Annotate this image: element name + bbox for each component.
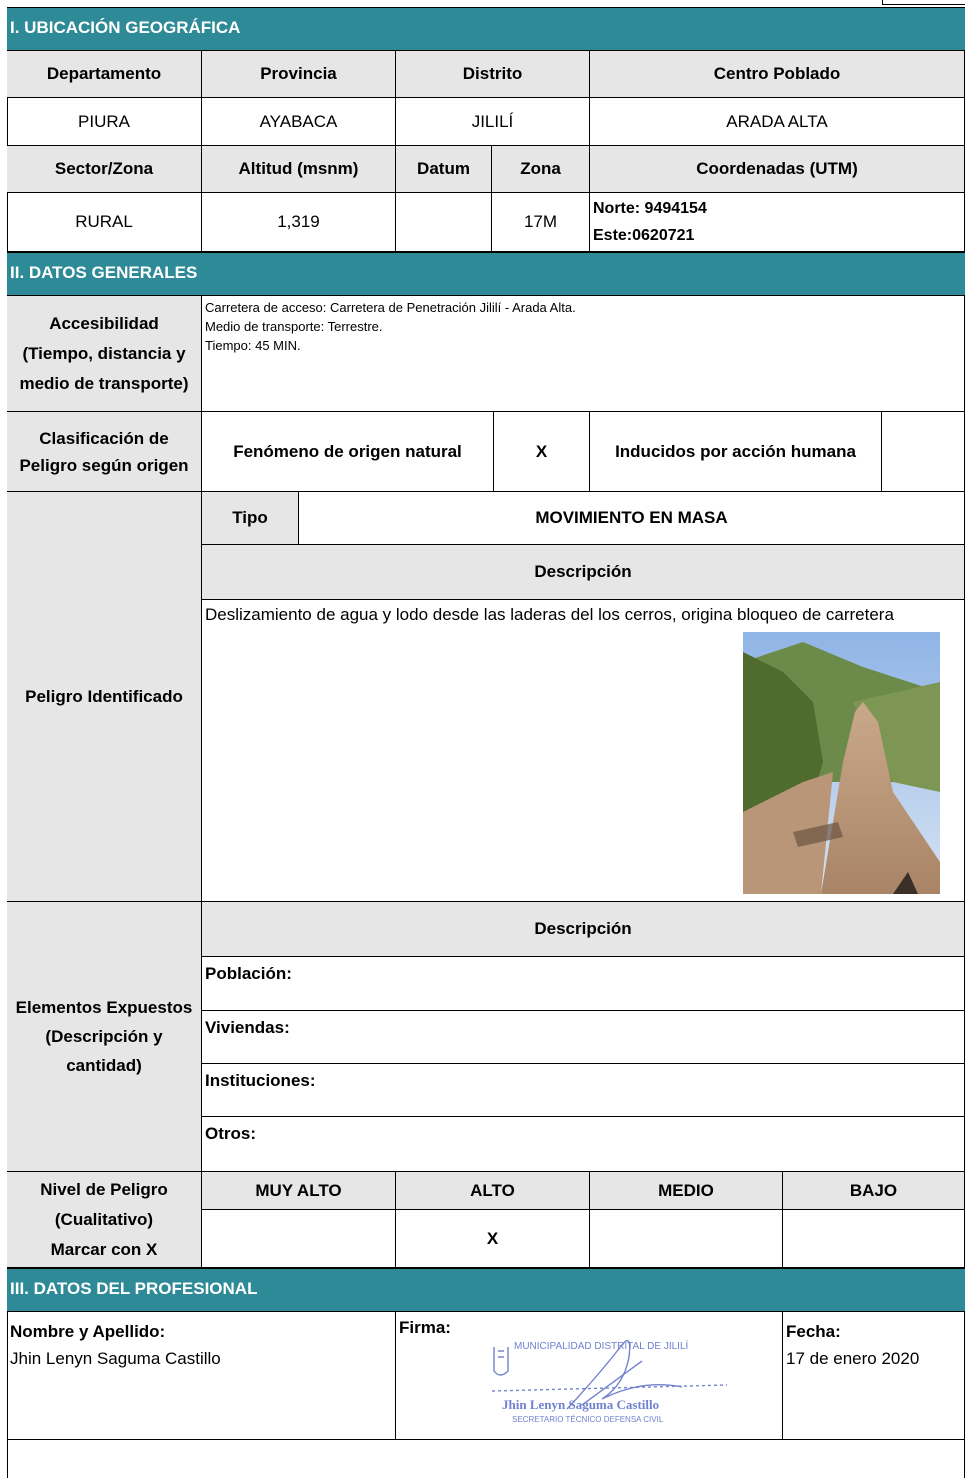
header-coordenadas: Coordenadas (UTM)	[590, 146, 965, 193]
value-nombre: Jhin Lenyn Saguma Castillo	[10, 1349, 221, 1368]
label-descripcion: Descripción	[202, 545, 965, 600]
mark-muy-alto	[202, 1210, 396, 1268]
header-distrito: Distrito	[396, 51, 590, 98]
label-accesibilidad: Accesibilidad (Tiempo, distancia y medio…	[7, 296, 202, 412]
section-header-datos-generales: II. DATOS GENERALES	[7, 252, 965, 296]
mark-bajo	[783, 1210, 965, 1268]
nivel-medio: MEDIO	[590, 1172, 783, 1210]
value-centro-poblado: ARADA ALTA	[590, 98, 965, 146]
label-accesibilidad-line: (Tiempo, distancia y	[22, 343, 186, 363]
value-distrito: JILILÍ	[396, 98, 590, 146]
accesibilidad-line: Tiempo: 45 MIN.	[205, 338, 301, 353]
value-provincia: AYABACA	[202, 98, 396, 146]
elementos-descripcion-header: Descripción	[202, 902, 965, 957]
header-departamento: Departamento	[7, 51, 202, 98]
label-clasificacion-line: Clasificación de	[39, 428, 169, 448]
stamp-line: Jhin Lenyn Saguma Castillo	[502, 1397, 659, 1412]
label-accesibilidad-line: medio de transporte)	[19, 373, 189, 393]
label-nivel-line: (Cualitativo)	[54, 1209, 154, 1229]
label-nivel-peligro: Nivel de Peligro (Cualitativo) Marcar co…	[7, 1172, 202, 1268]
label-accesibilidad-line: Accesibilidad	[49, 313, 159, 333]
coord-este: Este:0620721	[593, 227, 695, 244]
cell-nombre: Nombre y Apellido: Jhin Lenyn Saguma Cas…	[7, 1312, 396, 1440]
mark-natural: X	[494, 412, 590, 492]
label-clasificacion: Clasificación de Peligro según origen	[7, 412, 202, 492]
landslide-road-photo	[743, 632, 940, 894]
corner-box	[882, 0, 965, 5]
label-clasificacion-line: Peligro según origen	[19, 455, 189, 475]
field-instituciones: Instituciones:	[202, 1064, 965, 1117]
label-elementos-expuestos: Elementos Expuestos (Descripción y canti…	[7, 902, 202, 1172]
field-viviendas: Viviendas:	[202, 1011, 965, 1064]
value-tipo: MOVIMIENTO EN MASA	[299, 492, 965, 545]
section-header-ubicacion: I. UBICACIÓN GEOGRÁFICA	[7, 7, 965, 51]
stamp-line: MUNICIPALIDAD DISTRITAL DE JILILÍ	[514, 1339, 689, 1352]
cell-fecha: Fecha: 17 de enero 2020	[783, 1312, 965, 1440]
mark-alto: X	[396, 1210, 590, 1268]
nivel-alto: ALTO	[396, 1172, 590, 1210]
value-coordenadas: Norte: 9494154 Este:0620721	[590, 193, 965, 252]
nivel-muy-alto: MUY ALTO	[202, 1172, 396, 1210]
stamp-line: SECRETARIO TÉCNICO DEFENSA CIVIL	[512, 1415, 664, 1424]
header-datum: Datum	[396, 146, 492, 193]
value-accesibilidad: Carretera de acceso: Carretera de Penetr…	[202, 296, 965, 412]
label-nombre: Nombre y Apellido:	[10, 1322, 166, 1341]
label-nivel-line: Nivel de Peligro	[40, 1179, 168, 1199]
header-centro-poblado: Centro Poblado	[590, 51, 965, 98]
value-departamento: PIURA	[7, 98, 202, 146]
header-zona: Zona	[492, 146, 590, 193]
label-nivel-line: Marcar con X	[50, 1239, 158, 1259]
form-page: I. UBICACIÓN GEOGRÁFICA Departamento Pro…	[0, 0, 965, 1478]
value-datum	[396, 193, 492, 252]
value-altitud: 1,319	[202, 193, 396, 252]
label-peligro-identificado: Peligro Identificado	[7, 492, 202, 902]
header-altitud: Altitud (msnm)	[202, 146, 396, 193]
field-otros: Otros:	[202, 1117, 965, 1172]
signature-stamp: MUNICIPALIDAD DISTRITAL DE JILILÍ Jhin L…	[482, 1327, 737, 1430]
stamp-graphic: MUNICIPALIDAD DISTRITAL DE JILILÍ Jhin L…	[491, 1339, 728, 1424]
accesibilidad-line: Carretera de acceso: Carretera de Penetr…	[205, 300, 576, 315]
mark-inducidos	[882, 412, 965, 492]
section-header-profesional: III. DATOS DEL PROFESIONAL	[7, 1268, 965, 1312]
header-provincia: Provincia	[202, 51, 396, 98]
nivel-bajo: BAJO	[783, 1172, 965, 1210]
label-tipo: Tipo	[202, 492, 299, 545]
coord-norte: Norte: 9494154	[593, 200, 707, 217]
value-zona: 17M	[492, 193, 590, 252]
field-poblacion: Población:	[202, 957, 965, 1011]
value-sector: RURAL	[7, 193, 202, 252]
label-elementos-line: cantidad)	[66, 1056, 142, 1075]
footer-blank-row	[7, 1440, 965, 1478]
option-fenomeno-natural: Fenómeno de origen natural	[202, 412, 494, 492]
accesibilidad-line: Medio de transporte: Terrestre.	[205, 319, 383, 334]
mark-medio	[590, 1210, 783, 1268]
label-elementos-line: Elementos Expuestos	[15, 998, 193, 1017]
option-inducidos: Inducidos por acción humana	[590, 412, 882, 492]
value-fecha: 17 de enero 2020	[786, 1349, 920, 1368]
label-elementos-line: (Descripción y	[45, 1027, 163, 1046]
road-photo-graphic	[743, 632, 940, 894]
label-fecha: Fecha:	[786, 1322, 841, 1341]
header-sector: Sector/Zona	[7, 146, 202, 193]
